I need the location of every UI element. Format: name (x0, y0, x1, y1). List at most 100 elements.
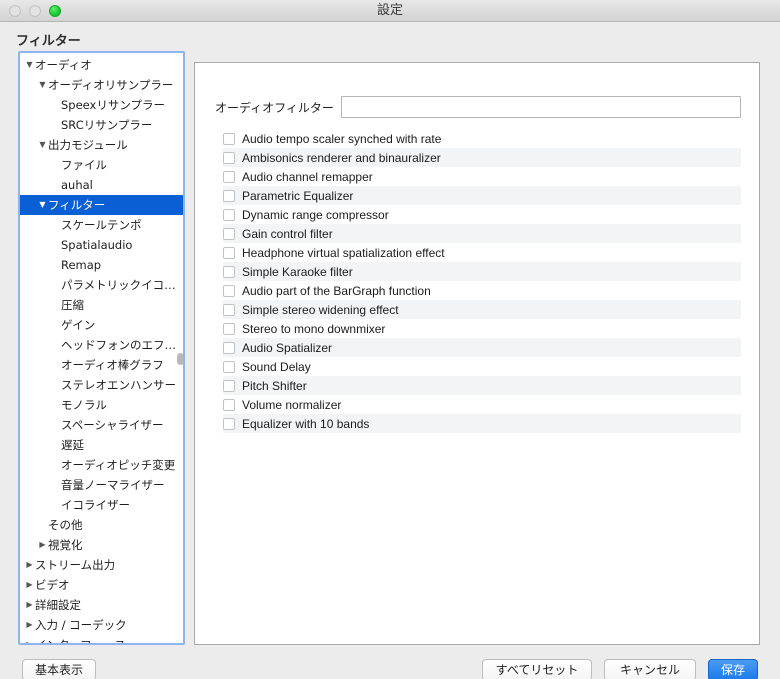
tree-item[interactable]: スケールテンポ (20, 215, 183, 235)
checkbox-icon[interactable] (223, 189, 235, 202)
tree-item[interactable]: ヘッドフォンのエフ… (20, 335, 183, 355)
tree-item[interactable]: Spatialaudio (20, 235, 183, 255)
checkbox-icon[interactable] (223, 170, 235, 183)
tree-item[interactable]: 遅延 (20, 435, 183, 455)
tree-item-label: 圧縮 (61, 298, 84, 312)
tree-item[interactable]: 音量ノーマライザー (20, 475, 183, 495)
tree-item-label: 入力 / コーデック (35, 618, 127, 632)
filter-checkbox-row[interactable]: Audio channel remapper (223, 167, 741, 186)
filter-checkbox-row[interactable]: Dynamic range compressor (223, 205, 741, 224)
filter-checkbox-row[interactable]: Ambisonics renderer and binauralizer (223, 148, 741, 167)
chevron-right-icon[interactable]: ▶ (24, 575, 35, 595)
tree-item-label: オーディオリサンプラー (48, 78, 174, 92)
chevron-right-icon[interactable]: ▶ (24, 635, 35, 644)
checkbox-icon[interactable] (223, 227, 235, 240)
tree-item[interactable]: ▶ 詳細設定 (20, 595, 183, 615)
tree-item[interactable]: Remap (20, 255, 183, 275)
window-title: 設定 (376, 3, 403, 18)
checkbox-icon[interactable] (223, 322, 235, 335)
filter-checkbox-row[interactable]: Equalizer with 10 bands (223, 414, 741, 433)
filter-checkbox-row[interactable]: Sound Delay (223, 357, 741, 376)
audio-filter-input[interactable] (341, 96, 741, 118)
tree-item[interactable]: SRCリサンプラー (20, 115, 183, 135)
reset-all-button[interactable]: すべてリセット (482, 659, 592, 679)
tree-item[interactable]: ▼ フィルター (20, 195, 183, 215)
checkbox-icon[interactable] (223, 360, 235, 373)
window-content: フィルター ▼ オーディオ ▼ オーディオリサンプラー Speexリサンプラー SRCリサ… (0, 22, 780, 679)
tree-item[interactable]: イコライザー (20, 495, 183, 515)
checkbox-icon[interactable] (223, 265, 235, 278)
checkbox-icon[interactable] (223, 341, 235, 354)
tree-item[interactable]: ファイル (20, 155, 183, 175)
tree-item[interactable]: 圧縮 (20, 295, 183, 315)
filter-checkbox-label: Simple Karaoke filter (242, 264, 353, 279)
cancel-button[interactable]: キャンセル (604, 659, 696, 679)
save-button[interactable]: 保存 (708, 659, 758, 679)
audio-filter-label: オーディオフィルター (215, 101, 334, 115)
checkbox-icon[interactable] (223, 246, 235, 259)
tree-item[interactable]: ▶ 入力 / コーデック (20, 615, 183, 635)
tree-item[interactable]: ▼ オーディオリサンプラー (20, 75, 183, 95)
tree-item-label: 詳細設定 (35, 598, 81, 612)
tree-item[interactable]: モノラル (20, 395, 183, 415)
tree-item[interactable]: ▼ オーディオ (20, 55, 183, 75)
dialog-footer: 基本表示 すべてリセット キャンセル 保存 (0, 645, 780, 679)
filter-checkbox-row[interactable]: Stereo to mono downmixer (223, 319, 741, 338)
checkbox-icon[interactable] (223, 208, 235, 221)
chevron-down-icon[interactable]: ▼ (37, 75, 48, 95)
tree-item-label: モノラル (61, 398, 107, 412)
tree-item[interactable]: auhal (20, 175, 183, 195)
chevron-down-icon[interactable]: ▼ (37, 135, 48, 155)
tree-item[interactable]: ▼ 出力モジュール (20, 135, 183, 155)
chevron-right-icon[interactable]: ▶ (24, 595, 35, 615)
tree-scrollbar[interactable] (176, 53, 183, 643)
checkbox-icon[interactable] (223, 379, 235, 392)
tree-item[interactable]: オーディオ棒グラフ (20, 355, 183, 375)
checkbox-icon[interactable] (223, 132, 235, 145)
filter-checkbox-row[interactable]: Headphone virtual spatialization effect (223, 243, 741, 262)
tree-item[interactable]: その他 (20, 515, 183, 535)
tree-item-label: フィルター (48, 198, 106, 212)
filter-checkbox-list[interactable]: Audio tempo scaler synched with rate Ambi… (223, 129, 741, 433)
filter-checkbox-row[interactable]: Parametric Equalizer (223, 186, 741, 205)
filter-checkbox-label: Volume normalizer (242, 397, 342, 412)
tree-item[interactable]: ゲイン (20, 315, 183, 335)
filter-checkbox-row[interactable]: Pitch Shifter (223, 376, 741, 395)
checkbox-icon[interactable] (223, 417, 235, 430)
tree-item[interactable]: ▶ ビデオ (20, 575, 183, 595)
chevron-right-icon[interactable]: ▶ (24, 555, 35, 575)
checkbox-icon[interactable] (223, 284, 235, 297)
filter-checkbox-label: Audio tempo scaler synched with rate (242, 131, 442, 146)
chevron-right-icon[interactable]: ▶ (24, 615, 35, 635)
tree-item[interactable]: オーディオピッチ変更 (20, 455, 183, 475)
filter-checkbox-row[interactable]: Audio tempo scaler synched with rate (223, 129, 741, 148)
tree-item-label: パラメトリックイコ… (61, 278, 176, 292)
filter-checkbox-row[interactable]: Audio Spatializer (223, 338, 741, 357)
checkbox-icon[interactable] (223, 303, 235, 316)
checkbox-icon[interactable] (223, 398, 235, 411)
tree-item[interactable]: スペーシャライザー (20, 415, 183, 435)
settings-tree-panel[interactable]: ▼ オーディオ ▼ オーディオリサンプラー Speexリサンプラー SRCリサンプラー ▼ 出… (18, 51, 185, 645)
tree-item[interactable]: ▶ インターフェース (20, 635, 183, 644)
filter-checkbox-row[interactable]: Audio part of the BarGraph function (223, 281, 741, 300)
basic-view-button[interactable]: 基本表示 (22, 659, 96, 679)
tree-item[interactable]: ▶ 視覚化 (20, 535, 183, 555)
chevron-down-icon[interactable]: ▼ (37, 195, 48, 215)
chevron-right-icon[interactable]: ▶ (37, 535, 48, 555)
tree-item[interactable]: Speexリサンプラー (20, 95, 183, 115)
filter-checkbox-label: Equalizer with 10 bands (242, 416, 370, 431)
filter-settings-panel: オーディオフィルター Audio tempo scaler synched wi… (194, 62, 760, 645)
chevron-down-icon[interactable]: ▼ (24, 55, 35, 75)
filter-checkbox-row[interactable]: Simple Karaoke filter (223, 262, 741, 281)
filter-checkbox-row[interactable]: Volume normalizer (223, 395, 741, 414)
filter-checkbox-row[interactable]: Simple stereo widening effect (223, 300, 741, 319)
tree-item-label: Remap (61, 258, 102, 272)
checkbox-icon[interactable] (223, 151, 235, 164)
tree-item[interactable]: ステレオエンハンサー (20, 375, 183, 395)
tree-item[interactable]: ▶ ストリーム出力 (20, 555, 183, 575)
tree-item-label: Speexリサンプラー (61, 98, 166, 112)
tree-item[interactable]: パラメトリックイコ… (20, 275, 183, 295)
filter-checkbox-row[interactable]: Gain control filter (223, 224, 741, 243)
tree-scrollbar-thumb[interactable] (177, 353, 183, 365)
settings-tree[interactable]: ▼ オーディオ ▼ オーディオリサンプラー Speexリサンプラー SRCリサンプラー ▼ 出… (20, 53, 183, 644)
